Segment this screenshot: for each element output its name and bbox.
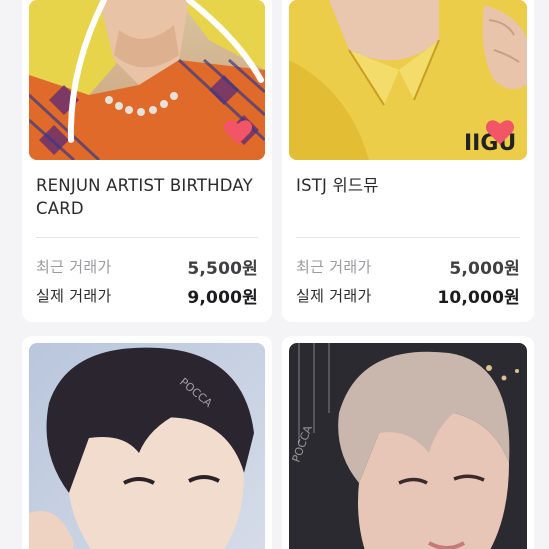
divider — [36, 237, 258, 238]
product-card-4[interactable]: POCCA — [282, 336, 534, 549]
recent-price-label: 최근 거래가 — [36, 257, 112, 276]
product-card-istj-withmu[interactable]: IIGU ISTJ 위드뮤 최근 거래가 5,000원 실제 거래가 10,00… — [282, 0, 534, 322]
recent-price-row: 최근 거래가 5,000원 — [296, 254, 520, 279]
divider — [296, 237, 520, 238]
product-photo[interactable] — [29, 0, 265, 160]
actual-price-value: 10,000원 — [437, 287, 520, 308]
product-photo[interactable]: POCCA — [289, 343, 527, 549]
product-title[interactable]: ISTJ 위드뮤 — [296, 174, 521, 197]
recent-price-value: 5,000원 — [449, 258, 520, 279]
product-title[interactable]: RENJUN ARTIST BIRTHDAY CARD — [36, 174, 261, 220]
actual-price-label: 실제 거래가 — [36, 286, 112, 305]
actual-price-value: 9,000원 — [187, 287, 258, 308]
product-grid: RENJUN ARTIST BIRTHDAY CARD 최근 거래가 5,500… — [0, 0, 549, 549]
recent-price-label: 최근 거래가 — [296, 257, 372, 276]
product-photo[interactable]: POCCA — [29, 343, 265, 549]
recent-price-value: 5,500원 — [187, 258, 258, 279]
heart-icon[interactable] — [223, 118, 253, 146]
actual-price-row: 실제 거래가 9,000원 — [36, 283, 258, 308]
actual-price-label: 실제 거래가 — [296, 286, 372, 305]
actual-price-row: 실제 거래가 10,000원 — [296, 283, 520, 308]
recent-price-row: 최근 거래가 5,500원 — [36, 254, 258, 279]
product-card-3[interactable]: POCCA — [22, 336, 272, 549]
heart-icon[interactable] — [485, 118, 515, 146]
product-card-renjun-birthday[interactable]: RENJUN ARTIST BIRTHDAY CARD 최근 거래가 5,500… — [22, 0, 272, 322]
product-photo[interactable]: IIGU — [289, 0, 527, 160]
